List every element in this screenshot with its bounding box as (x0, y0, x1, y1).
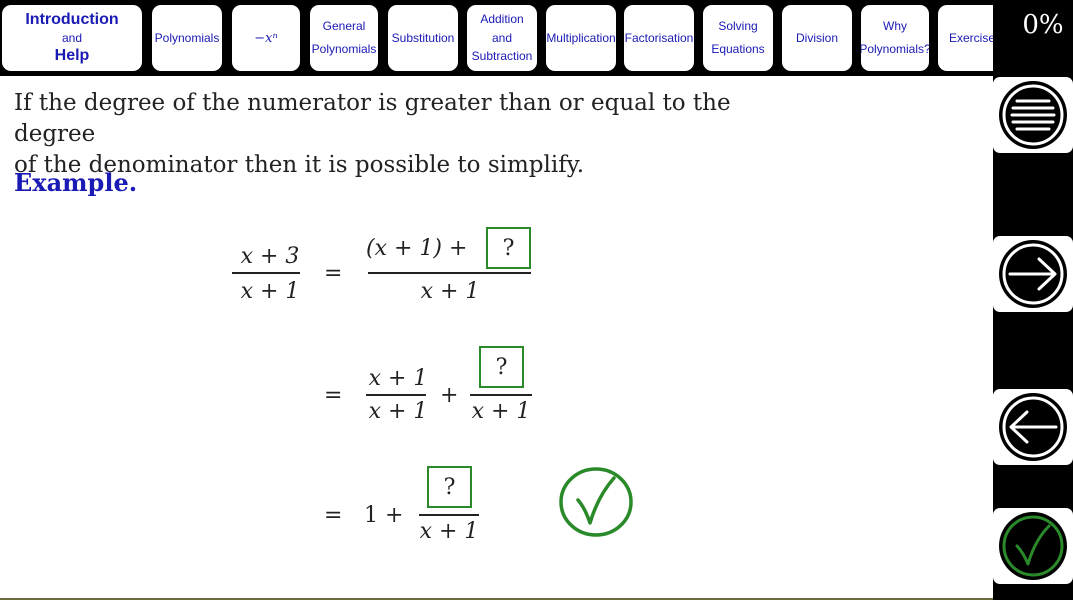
tab-division[interactable]: Division (782, 5, 852, 71)
tab-multiplication[interactable]: Multiplication (546, 5, 616, 71)
step1-denominator: x + 1 (420, 279, 480, 304)
tab-label: Addition (480, 12, 524, 27)
example-heading: Example. (14, 168, 138, 197)
step1-numerator: (x + 1) + (366, 236, 468, 261)
tab-label: Factorisation (624, 30, 694, 45)
tab-polynomials[interactable]: Polynomials (152, 5, 222, 71)
step2-denominator: x + 1 (368, 399, 428, 424)
answer-box-3[interactable]: ? (427, 466, 472, 508)
step2-second-denominator: x + 1 (471, 399, 531, 424)
arrow-right-icon (999, 240, 1067, 308)
tab-addition-and-subtraction[interactable]: Addition and Subtraction (467, 5, 537, 71)
tab-label: and (491, 30, 513, 45)
tab-label: Introduction (25, 11, 119, 28)
tab-general-polynomials[interactable]: General Polynomials (310, 5, 378, 71)
check-icon (999, 512, 1067, 580)
tab-substitution[interactable]: Substitution (388, 5, 458, 71)
tab-label: and (61, 31, 83, 45)
arrow-left-icon (999, 393, 1067, 461)
menu-button[interactable] (993, 77, 1073, 153)
intro-line: If the degree of the numerator is greate… (14, 90, 731, 147)
tab-label: Subtraction (471, 49, 533, 64)
tab-solving-equations[interactable]: Solving Equations (703, 5, 773, 71)
equals-sign: = (324, 503, 343, 528)
check-icon[interactable] (558, 466, 634, 538)
lhs-denominator: x + 1 (240, 279, 300, 304)
tab-why-polynomials[interactable]: Why Polynomials? (861, 5, 929, 71)
plus-sign: + (440, 383, 459, 408)
tab-label: Solving (718, 19, 758, 33)
step1-fraction-bar (368, 272, 531, 274)
menu-icon (999, 81, 1067, 149)
answer-box-2[interactable]: ? (479, 346, 524, 388)
step2-second-fraction-bar (470, 394, 532, 396)
tab-label: Division (795, 30, 838, 45)
tab-label: Substitution (391, 30, 455, 45)
top-navigation: Introduction and Help Polynomials −xⁿ Ge… (0, 0, 993, 76)
lhs-fraction-bar (232, 272, 300, 274)
tab-label: −xⁿ (254, 30, 278, 46)
step2-numerator: x + 1 (368, 366, 428, 391)
progress-percent: 0% (1022, 10, 1064, 40)
answer-box-1[interactable]: ? (486, 227, 531, 269)
check-answer-button[interactable] (993, 508, 1073, 584)
tab-label: Polynomials (311, 42, 377, 56)
equals-sign: = (324, 383, 343, 408)
tab-label: Equations (711, 42, 765, 56)
tab-label: Exercises (949, 30, 993, 45)
tab-factorisation[interactable]: Factorisation (624, 5, 694, 71)
lhs-numerator: x + 3 (240, 244, 300, 269)
tab-negative-x-power-n[interactable]: −xⁿ (232, 5, 300, 71)
step3-one-plus: 1 + (364, 503, 404, 528)
equals-sign: = (324, 261, 343, 286)
step2-fraction-bar (366, 394, 426, 396)
back-button[interactable] (993, 389, 1073, 465)
tab-label: Multiplication (546, 30, 616, 45)
tab-label: Polynomials (154, 30, 220, 45)
tab-label: Help (54, 47, 90, 64)
tab-introduction-and-help[interactable]: Introduction and Help (2, 5, 142, 71)
tab-label: Why (883, 19, 907, 33)
step3-fraction-bar (419, 514, 479, 516)
tab-label: Polynomials? (861, 42, 929, 56)
tab-label: General (322, 19, 366, 33)
step3-denominator: x + 1 (419, 519, 479, 544)
tab-exercises[interactable]: Exercises (938, 5, 993, 71)
next-button[interactable] (993, 236, 1073, 312)
right-control-panel: 0% (993, 0, 1073, 600)
